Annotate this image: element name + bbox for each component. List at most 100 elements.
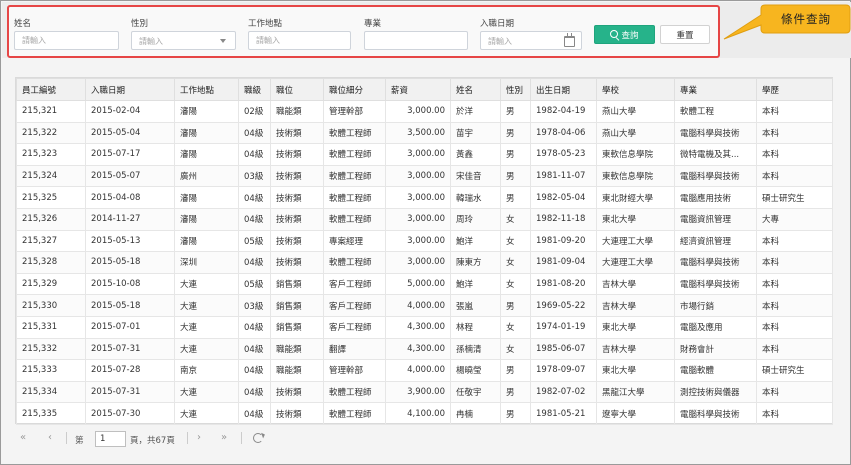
major-cell: 電腦科學與技術 bbox=[674, 402, 757, 425]
grade-cell: 04級 bbox=[238, 186, 271, 209]
position-detail-cell: 軟體工程師 bbox=[323, 164, 386, 188]
emp-id-cell: 215,322 bbox=[16, 121, 86, 145]
table-row[interactable]: 215,330 2015-05-18 大連 03級 銷售類 客戶工程師 4,000.00 張嵐… bbox=[16, 294, 833, 317]
major-input[interactable] bbox=[364, 31, 468, 50]
education-cell: 本科 bbox=[756, 315, 833, 339]
table-row[interactable]: 215,332 2015-07-31 大連 04級 職能類 翻譯 4,300.00 孫楠清女 1… bbox=[16, 337, 833, 361]
school-cell: 東北大學 bbox=[596, 207, 675, 231]
name-cell: 鮑洋 bbox=[450, 229, 501, 253]
col-header[interactable]: 出生日期 bbox=[530, 78, 597, 101]
col-header[interactable]: 職位細分 bbox=[323, 78, 386, 101]
col-header[interactable]: 員工編號 bbox=[16, 78, 86, 101]
location-cell: 大連 bbox=[174, 337, 239, 361]
calendar-icon[interactable] bbox=[564, 33, 575, 47]
next-page-icon[interactable]: › bbox=[197, 432, 201, 444]
table-row[interactable]: 215,334 2015-07-31 大連 04級 技術類 軟體工程師 3,900.00 任敬… bbox=[16, 380, 833, 404]
name-cell: 黃鑫 bbox=[450, 143, 501, 166]
position-detail-cell: 翻譯 bbox=[323, 337, 386, 361]
education-cell: 本科 bbox=[756, 337, 833, 361]
table-row[interactable]: 215,333 2015-07-28 南京 04級 職能類 管理幹部 4,000.00 楊曉瑩… bbox=[16, 359, 833, 382]
education-cell: 本科 bbox=[756, 100, 833, 123]
gender-cell: 男 bbox=[500, 294, 531, 317]
birth-date-cell: 1981-05-21 bbox=[530, 402, 597, 425]
table-row[interactable]: 215,326 2014-11-27 瀋陽 04級 技術類 軟體工程師 3,000.00 周玲… bbox=[16, 207, 833, 231]
hire-date-cell: 2015-05-18 bbox=[85, 251, 175, 274]
col-header[interactable]: 學校 bbox=[596, 78, 675, 101]
emp-id-cell: 215,321 bbox=[16, 100, 86, 123]
col-header[interactable]: 職位 bbox=[270, 78, 324, 101]
birth-date-cell: 1982-11-18 bbox=[530, 207, 597, 231]
birth-date-cell: 1969-05-22 bbox=[530, 294, 597, 317]
table-row[interactable]: 215,331 2015-07-01 大連 04級 銷售類 客戶工程師 4,300.00 林程… bbox=[16, 315, 833, 339]
table-row[interactable]: 215,323 2015-07-17 瀋陽 04級 技術類 軟體工程師 3,000.00 黃鑫… bbox=[16, 143, 833, 166]
salary-cell: 5,000.00 bbox=[385, 272, 451, 296]
major-cell: 電腦科學與技術 bbox=[674, 251, 757, 274]
table-row[interactable]: 215,324 2015-05-07 廣州 03級 技術類 軟體工程師 3,000.00 宋佳… bbox=[16, 164, 833, 188]
gender-cell: 男 bbox=[500, 380, 531, 404]
col-header[interactable]: 學歷 bbox=[756, 78, 833, 101]
emp-id-cell: 215,325 bbox=[16, 186, 86, 209]
location-cell: 瀋陽 bbox=[174, 143, 239, 166]
education-cell: 本科 bbox=[756, 143, 833, 166]
gender-cell: 女 bbox=[500, 229, 531, 253]
table-row[interactable]: 215,325 2015-04-08 瀋陽 04級 技術類 軟體工程師 3,000.00 韓瑞… bbox=[16, 186, 833, 209]
school-cell: 東北大學 bbox=[596, 359, 675, 382]
gender-select[interactable]: 請輸入 bbox=[131, 31, 236, 50]
page-total: 頁，共67頁 bbox=[130, 436, 175, 446]
refresh-icon[interactable] bbox=[253, 433, 263, 443]
hire-date-label: 入職日期 bbox=[480, 19, 515, 29]
birth-date-cell: 1974-01-19 bbox=[530, 315, 597, 339]
name-input[interactable] bbox=[14, 31, 119, 50]
location-cell: 大連 bbox=[174, 294, 239, 317]
location-input[interactable] bbox=[248, 31, 351, 50]
col-header[interactable]: 職級 bbox=[238, 78, 271, 101]
col-header[interactable]: 工作地點 bbox=[174, 78, 239, 101]
table-row[interactable]: 215,328 2015-05-18 深圳 04級 技術類 軟體工程師 3,000.00 陳東… bbox=[16, 251, 833, 274]
birth-date-cell: 1982-05-04 bbox=[530, 186, 597, 209]
page-number-input[interactable] bbox=[95, 431, 126, 447]
table-row[interactable]: 215,322 2015-05-04 瀋陽 04級 技術類 軟體工程師 3,500.00 苗宇… bbox=[16, 121, 833, 145]
salary-cell: 4,000.00 bbox=[385, 359, 451, 382]
pagination: « ‹ 第 頁，共67頁 › » bbox=[15, 431, 315, 447]
table-row[interactable]: 215,327 2015-05-13 瀋陽 05級 技術類 專案經理 3,000.00 鮑洋女… bbox=[16, 229, 833, 253]
name-cell: 韓瑞水 bbox=[450, 186, 501, 209]
school-cell: 黑龍江大學 bbox=[596, 380, 675, 404]
position-cell: 技術類 bbox=[270, 402, 324, 425]
grade-cell: 04級 bbox=[238, 121, 271, 145]
col-header[interactable]: 薪資 bbox=[385, 78, 451, 101]
table-row[interactable]: 215,329 2015-10-08 大連 05級 銷售類 客戶工程師 5,000.00 鮑洋… bbox=[16, 272, 833, 296]
major-label: 專業 bbox=[364, 19, 382, 29]
education-cell: 本科 bbox=[756, 121, 833, 145]
col-header[interactable]: 入職日期 bbox=[85, 78, 175, 101]
reset-button[interactable]: 重置 bbox=[660, 25, 710, 44]
education-cell: 本科 bbox=[756, 229, 833, 253]
hire-date-cell: 2015-05-18 bbox=[85, 294, 175, 317]
emp-id-cell: 215,334 bbox=[16, 380, 86, 404]
salary-cell: 3,000.00 bbox=[385, 186, 451, 209]
salary-cell: 4,100.00 bbox=[385, 402, 451, 425]
birth-date-cell: 1981-09-20 bbox=[530, 229, 597, 253]
query-button[interactable]: 查詢 bbox=[594, 25, 655, 44]
birth-date-cell: 1978-09-07 bbox=[530, 359, 597, 382]
major-cell: 微特電機及其... bbox=[674, 143, 757, 166]
school-cell: 燕山大學 bbox=[596, 100, 675, 123]
grade-cell: 04級 bbox=[238, 251, 271, 274]
education-cell: 碩士研究生 bbox=[756, 186, 833, 209]
last-page-icon[interactable]: » bbox=[221, 432, 227, 444]
position-detail-cell: 專案經理 bbox=[323, 229, 386, 253]
hire-date-picker[interactable]: 請輸入 bbox=[480, 31, 582, 50]
table-row[interactable]: 215,335 2015-07-30 大連 04級 技術類 軟體工程師 4,100.00 冉楠… bbox=[16, 402, 833, 425]
col-header[interactable]: 專業 bbox=[674, 78, 757, 101]
prev-page-icon[interactable]: ‹ bbox=[48, 432, 52, 444]
name-cell: 林程 bbox=[450, 315, 501, 339]
education-cell: 大專 bbox=[756, 207, 833, 231]
gender-cell: 男 bbox=[500, 164, 531, 188]
salary-cell: 4,000.00 bbox=[385, 294, 451, 317]
salary-cell: 3,500.00 bbox=[385, 121, 451, 145]
name-cell: 陳東方 bbox=[450, 251, 501, 274]
first-page-icon[interactable]: « bbox=[20, 432, 26, 444]
table-row[interactable]: 215,321 2015-02-04 瀋陽 02級 職能類 管理幹部 3,000.00 於洋男… bbox=[16, 100, 833, 123]
col-header[interactable]: 性別 bbox=[500, 78, 531, 101]
emp-id-cell: 215,328 bbox=[16, 251, 86, 274]
col-header[interactable]: 姓名 bbox=[450, 78, 501, 101]
